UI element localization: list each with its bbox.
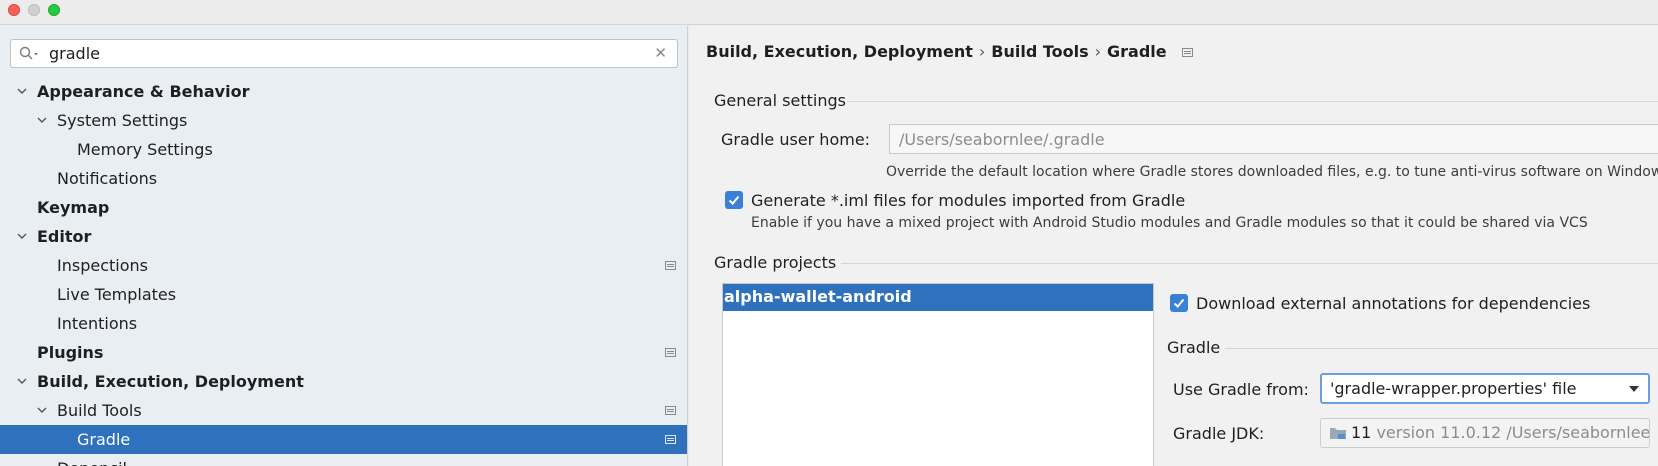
chevron-down-icon[interactable] [17,231,27,241]
tree-item[interactable]: Inspections [0,251,687,280]
tree-item[interactable]: System Settings [0,106,687,135]
project-level-icon [665,435,676,444]
tree-item-label: Inspections [57,256,148,275]
generate-iml-checkbox[interactable] [725,191,743,209]
checkmark-icon [1173,298,1185,308]
tree-item[interactable]: Build Tools [0,396,687,425]
gradle-projects-list[interactable]: alpha-wallet-android [722,283,1154,466]
chevron-down-icon[interactable] [17,86,27,96]
tree-item-label: Live Templates [57,285,177,304]
generate-iml-hint: Enable if you have a mixed project with … [751,215,1588,231]
breadcrumb-separator: › [978,42,986,61]
gradle-projects-title: Gradle projects [714,253,837,272]
tree-item[interactable]: Keymap [0,193,687,222]
chevron-down-icon [1629,386,1639,392]
tree-item[interactable]: Live Templates [0,280,687,309]
tree-item[interactable]: Plugins [0,338,687,367]
checkmark-icon [728,195,740,205]
tree-item[interactable]: Editor [0,222,687,251]
chevron-down-icon[interactable] [37,115,47,125]
jdk-name: 11 [1351,423,1372,442]
tree-item-label: System Settings [57,111,188,130]
gradle-user-home-label: Gradle user home: [721,130,871,149]
breadcrumb-item: Gradle [1107,42,1167,61]
tree-item[interactable]: Depencil... [0,454,687,466]
use-gradle-from-dropdown[interactable]: 'gradle-wrapper.properties' file [1320,373,1650,404]
chevron-down-icon[interactable] [37,405,47,415]
download-annotations-label[interactable]: Download external annotations for depend… [1196,294,1590,313]
download-annotations-checkbox[interactable] [1170,294,1188,312]
tree-item[interactable]: Memory Settings [0,135,687,164]
use-gradle-from-value: 'gradle-wrapper.properties' file [1330,379,1577,398]
breadcrumb: Build, Execution, Deployment › Build Tools… [706,42,1194,61]
tree-item-label: Build Tools [57,401,142,420]
search-input[interactable]: gradle [49,44,100,63]
breadcrumb-separator: › [1094,42,1102,61]
breadcrumb-item: Build Tools [991,42,1089,61]
tree-item[interactable]: Build, Execution, Deployment [0,367,687,396]
section-divider [1225,348,1658,349]
clear-search-icon[interactable]: ✕ [654,44,667,62]
gradle-user-home-hint: Override the default location where Grad… [886,164,1658,180]
project-level-icon [665,406,676,415]
general-settings-title: General settings [714,91,846,110]
gradle-jdk-label: Gradle JDK: [1173,424,1265,443]
project-list-item[interactable]: alpha-wallet-android [723,284,1153,311]
gradle-jdk-dropdown[interactable]: 11 version 11.0.12 /Users/seabornlee [1320,418,1650,448]
settings-sidebar: gradle ✕ Appearance & Behavior System Set… [0,26,688,466]
tree-item-label: Depencil... [57,459,142,466]
jdk-folder-icon [1330,428,1346,439]
tree-item-label: Build, Execution, Deployment [37,372,304,391]
tree-item-label: Plugins [37,343,104,362]
jdk-version: version 11.0.12 [1376,423,1502,442]
window-titlebar [0,0,1658,25]
gradle-user-home-field[interactable]: /Users/seabornlee/.gradle [889,124,1658,154]
settings-search-field[interactable]: gradle ✕ [10,39,678,68]
tree-item[interactable]: Appearance & Behavior [0,77,687,106]
section-divider [847,101,1658,102]
minimize-window-button[interactable] [28,4,40,16]
zoom-window-button[interactable] [48,4,60,16]
close-window-button[interactable] [8,4,20,16]
tree-item-label: Keymap [37,198,110,217]
project-level-icon [665,261,676,270]
tree-item-label: Appearance & Behavior [37,82,250,101]
tree-item[interactable]: Gradle [0,425,687,454]
project-level-icon [665,348,676,357]
tree-item-label: Notifications [57,169,158,188]
chevron-down-icon[interactable] [17,376,27,386]
jdk-path: /Users/seabornlee [1506,423,1650,442]
settings-content: Build, Execution, Deployment › Build Tools… [689,26,1658,466]
tree-item[interactable]: Intentions [0,309,687,338]
tree-item-label: Intentions [57,314,138,333]
search-icon [19,46,38,60]
tree-item-label: Gradle [77,430,131,449]
tree-item-label: Editor [37,227,92,246]
breadcrumb-item: Build, Execution, Deployment [706,42,973,61]
use-gradle-from-label: Use Gradle from: [1173,380,1309,399]
section-divider [841,263,1658,264]
project-level-icon [1182,48,1194,57]
tree-item-label: Memory Settings [77,140,213,159]
generate-iml-label[interactable]: Generate *.iml files for modules importe… [751,191,1185,210]
gradle-section-title: Gradle [1167,338,1221,357]
tree-item[interactable]: Notifications [0,164,687,193]
